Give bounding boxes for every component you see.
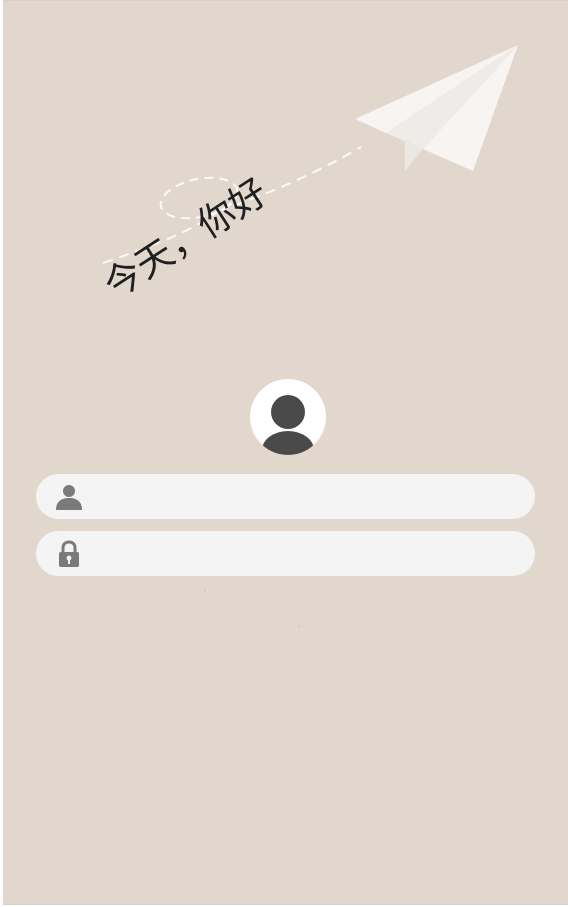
speck [298,626,300,627]
password-field[interactable] [36,531,535,576]
username-input[interactable] [98,474,518,519]
lock-icon [59,540,79,567]
paper-plane-icon [355,45,518,171]
password-input[interactable] [98,531,518,576]
speck [204,590,206,591]
user-silhouette-icon [262,395,314,455]
paper-plane-illustration [102,45,518,264]
username-field[interactable] [36,474,535,519]
avatar[interactable] [250,379,326,455]
login-screen: 今天，你好 [3,0,568,905]
user-icon [56,485,82,510]
